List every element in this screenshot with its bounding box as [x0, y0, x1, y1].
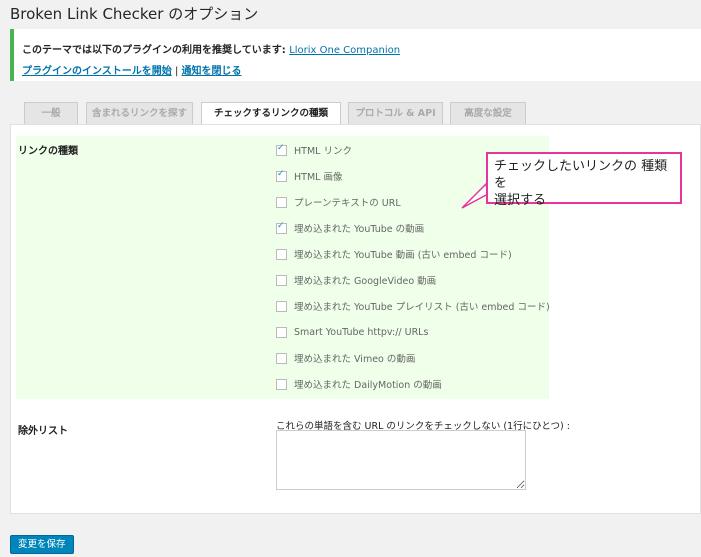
- link-type-option[interactable]: 埋め込まれた YouTube の動画: [276, 221, 424, 235]
- link-type-option[interactable]: 埋め込まれた YouTube 動画 (古い embed コード): [276, 247, 512, 261]
- link-type-option[interactable]: Smart YouTube httpv:// URLs: [276, 325, 428, 339]
- link-type-checkbox[interactable]: [276, 352, 287, 364]
- link-type-checkbox[interactable]: [276, 143, 287, 156]
- link-type-label: 埋め込まれた GoogleVideo 動画: [294, 276, 437, 287]
- callout-line2: 選択する: [494, 193, 547, 208]
- link-type-checkbox[interactable]: [276, 326, 287, 338]
- link-type-option[interactable]: プレーンテキストの URL: [276, 195, 401, 209]
- link-type-option[interactable]: HTML リンク: [276, 143, 352, 157]
- dismiss-notice-link[interactable]: 通知を閉じる: [182, 66, 242, 77]
- page-title: Broken Link Checker のオプション: [10, 5, 259, 23]
- tab-advanced[interactable]: 高度な設定: [450, 102, 526, 124]
- notice-separator: |: [171, 66, 182, 77]
- link-type-option[interactable]: 埋め込まれた YouTube プレイリスト (古い embed コード): [276, 299, 550, 313]
- exclusion-list-textarea[interactable]: [276, 430, 526, 490]
- tab-look-for-links[interactable]: 含まれるリンクを探す: [86, 102, 193, 124]
- annotation-callout: チェックしたいリンクの 種類を 選択する: [486, 152, 682, 208]
- link-type-option[interactable]: 埋め込まれた DailyMotion の動画: [276, 377, 442, 391]
- exclusion-list-label: 除外リスト: [18, 426, 68, 437]
- plugin-link[interactable]: Llorix One Companion: [289, 45, 400, 56]
- link-type-checkbox[interactable]: [276, 300, 287, 312]
- callout-line1: チェックしたいリンクの 種類を: [494, 159, 668, 191]
- link-type-label: 埋め込まれた Vimeo の動画: [294, 354, 416, 365]
- plugin-notice: このテーマでは以下のプラグインの利用を推奨しています: Llorix One C…: [10, 29, 701, 81]
- link-type-checkbox[interactable]: [276, 169, 287, 182]
- link-type-checkbox[interactable]: [276, 274, 287, 286]
- link-types-label: リンクの種類: [18, 146, 78, 157]
- link-type-checkbox[interactable]: [276, 196, 287, 208]
- link-type-label: 埋め込まれた YouTube プレイリスト (古い embed コード): [294, 302, 550, 313]
- notice-text: このテーマでは以下のプラグインの利用を推奨しています:: [22, 45, 286, 56]
- tab-general[interactable]: 一般: [24, 102, 78, 124]
- tab-protocols-api[interactable]: プロトコル & API: [348, 102, 443, 124]
- link-type-option[interactable]: HTML 画像: [276, 169, 342, 183]
- link-type-option[interactable]: 埋め込まれた GoogleVideo 動画: [276, 273, 436, 287]
- link-type-checkbox[interactable]: [276, 248, 287, 260]
- link-type-label: 埋め込まれた YouTube 動画 (古い embed コード): [294, 250, 512, 261]
- install-plugin-link[interactable]: プラグインのインストールを開始: [22, 66, 172, 77]
- link-type-checkbox[interactable]: [276, 221, 287, 234]
- link-type-label: Smart YouTube httpv:// URLs: [294, 326, 429, 338]
- link-type-checkbox[interactable]: [276, 378, 287, 390]
- link-type-label: 埋め込まれた DailyMotion の動画: [294, 380, 442, 391]
- link-type-label: HTML 画像: [294, 172, 343, 183]
- save-changes-button[interactable]: 変更を保存: [10, 535, 74, 554]
- link-type-option[interactable]: 埋め込まれた Vimeo の動画: [276, 351, 415, 365]
- tab-which-links[interactable]: チェックするリンクの種類: [201, 102, 341, 126]
- link-type-label: 埋め込まれた YouTube の動画: [294, 224, 425, 235]
- link-type-label: HTML リンク: [294, 146, 352, 157]
- link-type-label: プレーンテキストの URL: [294, 198, 401, 209]
